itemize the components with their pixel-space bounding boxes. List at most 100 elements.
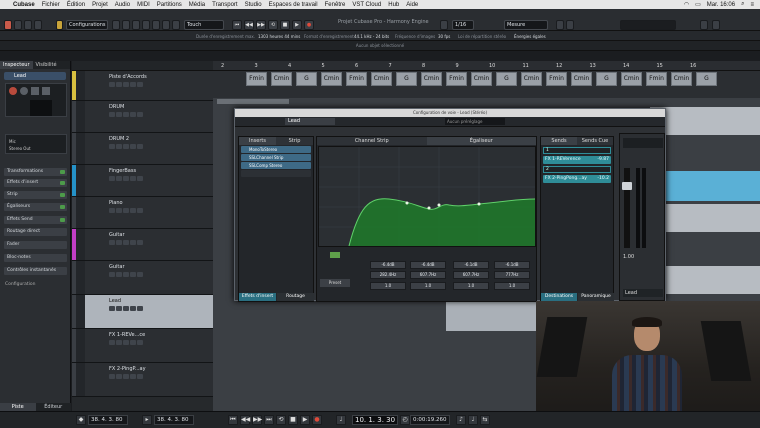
- chord-event[interactable]: Cmin: [571, 72, 592, 86]
- record-enable-button[interactable]: [137, 82, 143, 87]
- track-row[interactable]: DRUM: [72, 101, 213, 133]
- menu-item[interactable]: Fichier: [42, 2, 60, 8]
- forward-button[interactable]: ▶▶: [256, 20, 266, 30]
- tab-panning[interactable]: Panoramique: [578, 293, 614, 301]
- solo-button[interactable]: [116, 306, 122, 311]
- menu-item[interactable]: Aide: [406, 2, 418, 8]
- section-transformations[interactable]: Transformations: [4, 168, 67, 176]
- mute-button[interactable]: [109, 240, 115, 245]
- clock[interactable]: Mar. 16:06: [707, 2, 735, 8]
- ruler-bar-number[interactable]: 16: [690, 63, 696, 69]
- primary-time-format-button[interactable]: ♩: [336, 415, 346, 425]
- goto-end-button[interactable]: ⏭: [264, 415, 274, 425]
- send-level[interactable]: -9.87: [597, 156, 609, 164]
- window-layout-button[interactable]: [712, 20, 720, 30]
- section-direct-routing[interactable]: Routage direct: [4, 228, 67, 236]
- ruler-bar-number[interactable]: 9: [456, 63, 459, 69]
- midi-part-guitar[interactable]: [650, 266, 760, 294]
- track-name[interactable]: Guitar: [109, 264, 125, 270]
- tab-routing[interactable]: Routage: [277, 293, 314, 301]
- section-sends[interactable]: Effets Send: [4, 216, 67, 224]
- write-automation-button[interactable]: [42, 87, 50, 95]
- chord-event[interactable]: Cmin: [421, 72, 442, 86]
- constrain-delay-button[interactable]: [112, 20, 120, 30]
- midi-part[interactable]: [650, 107, 760, 135]
- record-enable-button[interactable]: [137, 240, 143, 245]
- range-tool[interactable]: [152, 20, 160, 30]
- cycle-button[interactable]: ⟲: [276, 415, 286, 425]
- close-window-button[interactable]: [4, 20, 12, 30]
- track-name[interactable]: Piano: [109, 200, 123, 206]
- object-selection-tool[interactable]: [142, 20, 150, 30]
- ruler-bar-number[interactable]: 13: [590, 63, 596, 69]
- chord-event[interactable]: Cmin: [271, 72, 292, 86]
- ruler-bar-number[interactable]: 6: [355, 63, 358, 69]
- right-locator-field[interactable]: 38. 4. 3. 80: [154, 415, 194, 425]
- track-row[interactable]: FX 1-REVe...ce: [72, 329, 213, 363]
- track-row[interactable]: Guitar: [72, 261, 213, 295]
- rewind-button[interactable]: ◀◀: [240, 415, 250, 425]
- track-name[interactable]: Lead: [109, 298, 121, 304]
- solo-button[interactable]: [116, 144, 122, 149]
- write-button[interactable]: [130, 374, 136, 379]
- media-bay-button[interactable]: [700, 20, 708, 30]
- track-name[interactable]: FX 2-PingP...ay: [109, 366, 146, 372]
- eq-band1-freq[interactable]: 282.4Hz: [370, 271, 406, 279]
- ruler-bar-number[interactable]: 12: [556, 63, 562, 69]
- chord-event[interactable]: Cmin: [621, 72, 642, 86]
- write-button[interactable]: [130, 112, 136, 117]
- mute-button[interactable]: [109, 82, 115, 87]
- glue-tool[interactable]: [172, 20, 180, 30]
- suspend-button[interactable]: [132, 20, 140, 30]
- snap-toggle-button[interactable]: [440, 20, 448, 30]
- solo-button[interactable]: [116, 240, 122, 245]
- read-button[interactable]: [123, 112, 129, 117]
- eq-band2-q[interactable]: 1.0: [410, 282, 446, 290]
- tab-insert-effects[interactable]: Effets d'insert: [239, 293, 276, 301]
- eq-curve[interactable]: [319, 147, 536, 247]
- track-row[interactable]: Lead: [72, 295, 213, 329]
- record-enable-button[interactable]: [9, 87, 17, 95]
- read-button[interactable]: [123, 82, 129, 87]
- send-level[interactable]: -10.2: [597, 175, 609, 183]
- menu-item[interactable]: Espaces de travail: [269, 2, 318, 8]
- ruler-bar-number[interactable]: 5: [322, 63, 325, 69]
- solo-button[interactable]: [116, 176, 122, 181]
- frame-rate-value[interactable]: 30 fps: [438, 34, 450, 39]
- grid-type-dropdown[interactable]: 1/16: [452, 20, 474, 30]
- battery-icon[interactable]: ▭: [695, 1, 701, 8]
- tab-destinations[interactable]: Destinations: [541, 293, 577, 301]
- inspector-toggle-button[interactable]: [14, 20, 22, 30]
- record-button[interactable]: ●: [304, 20, 314, 30]
- section-quick-controls[interactable]: Contrôles instantanés: [4, 267, 67, 275]
- read-button[interactable]: [123, 208, 129, 213]
- pan-display[interactable]: [30, 100, 52, 116]
- track-color-strip[interactable]: [72, 329, 76, 362]
- track-color-strip[interactable]: [72, 101, 76, 132]
- track-name[interactable]: Piste d'Accords: [109, 74, 147, 80]
- primary-time-display[interactable]: 10. 1. 3. 30: [352, 415, 398, 425]
- menu-item[interactable]: Partitions: [157, 2, 182, 8]
- eq-band1-gain[interactable]: -6.4dB: [370, 261, 406, 269]
- read-button[interactable]: [123, 306, 129, 311]
- section-strip[interactable]: Strip: [4, 191, 67, 199]
- track-row[interactable]: FingerBass: [72, 165, 213, 197]
- search-icon[interactable]: ⌕: [741, 1, 744, 8]
- menu-item[interactable]: Audio: [115, 2, 130, 8]
- track-color-strip[interactable]: [72, 165, 76, 196]
- play-button[interactable]: ▶: [300, 415, 310, 425]
- chord-event[interactable]: Fmin: [446, 72, 467, 86]
- section-fader[interactable]: Fader: [4, 241, 67, 249]
- record-enable-button[interactable]: [137, 144, 143, 149]
- eq-band4-q[interactable]: 1.0: [494, 282, 530, 290]
- pan-law-value[interactable]: Énergies égales: [514, 34, 546, 39]
- eq-curve-display[interactable]: [318, 146, 536, 247]
- insert-slot-2[interactable]: SSLChannel Strip: [241, 154, 311, 161]
- stop-button[interactable]: ■: [280, 20, 290, 30]
- eq-enable-button[interactable]: [330, 252, 340, 258]
- menu-item[interactable]: Projet: [92, 2, 108, 8]
- ruler-bar-number[interactable]: 3: [255, 63, 258, 69]
- ruler-bar-number[interactable]: 4: [288, 63, 291, 69]
- write-button[interactable]: [130, 176, 136, 181]
- monitor-button[interactable]: [20, 87, 28, 95]
